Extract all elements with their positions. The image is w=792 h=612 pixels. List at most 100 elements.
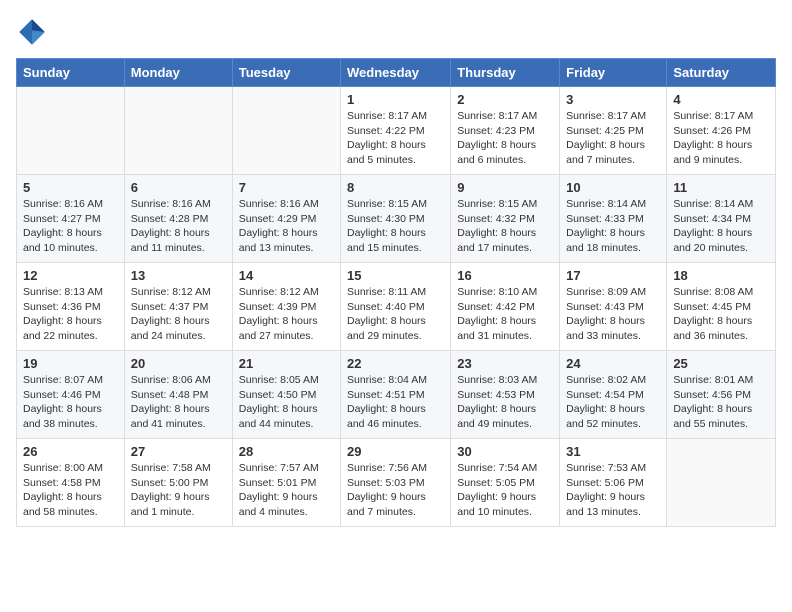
calendar-cell: 28 Sunrise: 7:57 AM Sunset: 5:01 PM Dayli… [232,439,340,527]
calendar-cell: 24Sunrise: 8:02 AM Sunset: 4:54 PM Dayli… [560,351,667,439]
day-number: 13 [131,268,226,283]
day-info: Sunrise: 7:54 AM Sunset: 5:05 PM Dayligh… [457,461,553,520]
day-info: Sunrise: 8:15 AM Sunset: 4:30 PM Dayligh… [347,197,444,256]
day-number: 14 [239,268,334,283]
day-info: Sunrise: 8:09 AM Sunset: 4:43 PM Dayligh… [566,285,660,344]
calendar-cell [17,87,125,175]
week-row-1: 1Sunrise: 8:17 AM Sunset: 4:22 PM Daylig… [17,87,776,175]
calendar-cell: 10 Sunrise: 8:14 AM Sunset: 4:33 PM Dayli… [560,175,667,263]
day-number: 28 [239,444,334,459]
day-info: Sunrise: 8:13 AM Sunset: 4:36 PM Dayligh… [23,285,118,344]
calendar-cell: 16 Sunrise: 8:10 AM Sunset: 4:42 PM Dayli… [451,263,560,351]
calendar-cell: 5 Sunrise: 8:16 AM Sunset: 4:27 PM Daylig… [17,175,125,263]
calendar-cell: 14 Sunrise: 8:12 AM Sunset: 4:39 PM Dayli… [232,263,340,351]
calendar-cell: 26 Sunrise: 8:00 AM Sunset: 4:58 PM Dayli… [17,439,125,527]
day-info: Sunrise: 8:14 AM Sunset: 4:34 PM Dayligh… [673,197,769,256]
calendar-cell: 3 Sunrise: 8:17 AM Sunset: 4:25 PM Daylig… [560,87,667,175]
day-info: Sunrise: 8:10 AM Sunset: 4:42 PM Dayligh… [457,285,553,344]
day-number: 27 [131,444,226,459]
day-info: Sunrise: 8:16 AM Sunset: 4:29 PM Dayligh… [239,197,334,256]
calendar-cell: 8 Sunrise: 8:15 AM Sunset: 4:30 PM Daylig… [341,175,451,263]
day-number: 17 [566,268,660,283]
day-info: Sunrise: 8:17 AM Sunset: 4:22 PM Dayligh… [347,109,444,168]
day-number: 24 [566,356,660,371]
calendar-cell: 17 Sunrise: 8:09 AM Sunset: 4:43 PM Dayli… [560,263,667,351]
weekday-header-sunday: Sunday [17,59,125,87]
day-info: Sunrise: 8:04 AM Sunset: 4:51 PM Dayligh… [347,373,444,432]
calendar-cell: 11 Sunrise: 8:14 AM Sunset: 4:34 PM Dayli… [667,175,776,263]
day-number: 19 [23,356,118,371]
calendar-cell: 31Sunrise: 7:53 AM Sunset: 5:06 PM Dayli… [560,439,667,527]
day-number: 3 [566,92,660,107]
weekday-header-monday: Monday [124,59,232,87]
weekday-header-row: SundayMondayTuesdayWednesdayThursdayFrid… [17,59,776,87]
day-number: 30 [457,444,553,459]
weekday-header-thursday: Thursday [451,59,560,87]
calendar-cell: 1Sunrise: 8:17 AM Sunset: 4:22 PM Daylig… [341,87,451,175]
calendar-cell: 6 Sunrise: 8:16 AM Sunset: 4:28 PM Daylig… [124,175,232,263]
day-info: Sunrise: 8:17 AM Sunset: 4:23 PM Dayligh… [457,109,553,168]
day-number: 23 [457,356,553,371]
day-info: Sunrise: 8:14 AM Sunset: 4:33 PM Dayligh… [566,197,660,256]
week-row-2: 5 Sunrise: 8:16 AM Sunset: 4:27 PM Daylig… [17,175,776,263]
calendar-cell: 21 Sunrise: 8:05 AM Sunset: 4:50 PM Dayli… [232,351,340,439]
day-number: 18 [673,268,769,283]
calendar-cell: 12 Sunrise: 8:13 AM Sunset: 4:36 PM Dayli… [17,263,125,351]
calendar-cell: 2 Sunrise: 8:17 AM Sunset: 4:23 PM Daylig… [451,87,560,175]
day-number: 16 [457,268,553,283]
day-number: 8 [347,180,444,195]
logo-icon [16,16,48,48]
day-number: 5 [23,180,118,195]
day-number: 2 [457,92,553,107]
day-info: Sunrise: 7:53 AM Sunset: 5:06 PM Dayligh… [566,461,660,520]
calendar-cell: 23 Sunrise: 8:03 AM Sunset: 4:53 PM Dayli… [451,351,560,439]
day-number: 29 [347,444,444,459]
day-info: Sunrise: 8:17 AM Sunset: 4:25 PM Dayligh… [566,109,660,168]
day-number: 26 [23,444,118,459]
day-number: 6 [131,180,226,195]
day-info: Sunrise: 8:12 AM Sunset: 4:39 PM Dayligh… [239,285,334,344]
day-number: 20 [131,356,226,371]
calendar-table: SundayMondayTuesdayWednesdayThursdayFrid… [16,58,776,527]
day-number: 12 [23,268,118,283]
calendar-cell [124,87,232,175]
day-number: 21 [239,356,334,371]
week-row-3: 12 Sunrise: 8:13 AM Sunset: 4:36 PM Dayli… [17,263,776,351]
calendar-cell: 18 Sunrise: 8:08 AM Sunset: 4:45 PM Dayli… [667,263,776,351]
calendar-cell: 27Sunrise: 7:58 AM Sunset: 5:00 PM Dayli… [124,439,232,527]
day-number: 22 [347,356,444,371]
day-info: Sunrise: 7:56 AM Sunset: 5:03 PM Dayligh… [347,461,444,520]
calendar-cell: 13 Sunrise: 8:12 AM Sunset: 4:37 PM Dayli… [124,263,232,351]
calendar-cell: 9 Sunrise: 8:15 AM Sunset: 4:32 PM Daylig… [451,175,560,263]
calendar-cell [232,87,340,175]
weekday-header-tuesday: Tuesday [232,59,340,87]
day-info: Sunrise: 7:57 AM Sunset: 5:01 PM Dayligh… [239,461,334,520]
day-info: Sunrise: 8:08 AM Sunset: 4:45 PM Dayligh… [673,285,769,344]
weekday-header-wednesday: Wednesday [341,59,451,87]
day-info: Sunrise: 8:16 AM Sunset: 4:27 PM Dayligh… [23,197,118,256]
calendar-cell [667,439,776,527]
weekday-header-saturday: Saturday [667,59,776,87]
day-info: Sunrise: 8:15 AM Sunset: 4:32 PM Dayligh… [457,197,553,256]
day-number: 11 [673,180,769,195]
week-row-4: 19 Sunrise: 8:07 AM Sunset: 4:46 PM Dayli… [17,351,776,439]
day-number: 25 [673,356,769,371]
calendar-cell: 22 Sunrise: 8:04 AM Sunset: 4:51 PM Dayli… [341,351,451,439]
logo [16,16,52,48]
day-info: Sunrise: 8:05 AM Sunset: 4:50 PM Dayligh… [239,373,334,432]
calendar-cell: 30 Sunrise: 7:54 AM Sunset: 5:05 PM Dayli… [451,439,560,527]
calendar-cell: 19 Sunrise: 8:07 AM Sunset: 4:46 PM Dayli… [17,351,125,439]
day-info: Sunrise: 8:16 AM Sunset: 4:28 PM Dayligh… [131,197,226,256]
day-number: 10 [566,180,660,195]
day-info: Sunrise: 8:00 AM Sunset: 4:58 PM Dayligh… [23,461,118,520]
calendar-cell: 4Sunrise: 8:17 AM Sunset: 4:26 PM Daylig… [667,87,776,175]
day-info: Sunrise: 8:07 AM Sunset: 4:46 PM Dayligh… [23,373,118,432]
day-info: Sunrise: 8:03 AM Sunset: 4:53 PM Dayligh… [457,373,553,432]
day-number: 9 [457,180,553,195]
page-header [16,16,776,48]
day-info: Sunrise: 8:12 AM Sunset: 4:37 PM Dayligh… [131,285,226,344]
week-row-5: 26 Sunrise: 8:00 AM Sunset: 4:58 PM Dayli… [17,439,776,527]
calendar-cell: 29 Sunrise: 7:56 AM Sunset: 5:03 PM Dayli… [341,439,451,527]
day-number: 4 [673,92,769,107]
day-number: 15 [347,268,444,283]
